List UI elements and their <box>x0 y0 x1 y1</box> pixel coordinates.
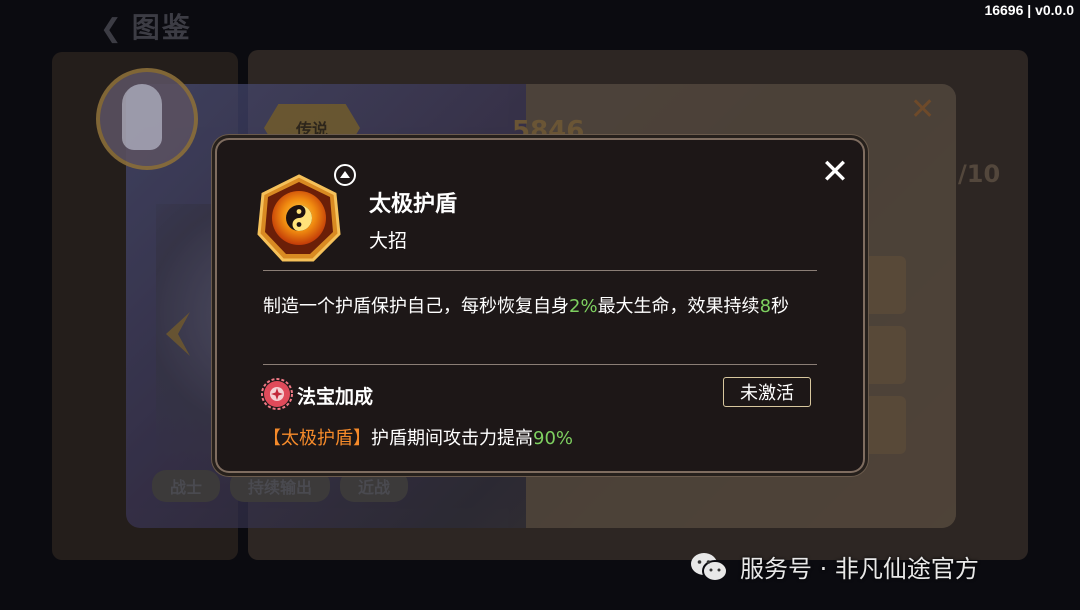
back-title-label: 图鉴 <box>131 11 192 44</box>
hero-figure-art <box>122 84 162 150</box>
hero-tags: 战士 持续输出 近战 <box>152 470 409 502</box>
hero-avatar[interactable] <box>96 68 198 170</box>
close-icon[interactable]: ✕ <box>815 152 855 192</box>
background-close-icon[interactable]: ✕ <box>910 92 935 127</box>
treasure-bonus-text: 【太极护盾】护盾期间攻击力提高90% <box>263 424 573 450</box>
upgrade-indicator-icon[interactable] <box>334 164 356 186</box>
bonus-value: 90% <box>533 428 574 449</box>
wechat-icon <box>691 552 728 582</box>
divider <box>263 270 817 271</box>
treasure-bonus-title: 法宝加成 <box>297 386 374 408</box>
version-label: 16696 | v0.0.0 <box>984 2 1074 18</box>
activation-status-button[interactable]: 未激活 <box>723 377 811 407</box>
hero-tag: 近战 <box>340 470 409 502</box>
divider <box>263 364 817 365</box>
hero-tag: 持续输出 <box>230 470 331 502</box>
skill-type: 大招 <box>369 230 408 252</box>
description-text: 制造一个护盾保护自己，每秒恢复自身 <box>263 296 569 317</box>
level-text: /10 <box>958 160 1001 188</box>
description-value: 8 <box>759 296 772 317</box>
back-arrow-icon[interactable]: ❮ <box>100 14 124 44</box>
hero-tag: 战士 <box>152 470 221 502</box>
description-text: 最大生命，效果持续 <box>597 296 760 317</box>
watermark: 服务号 · 非凡仙途官方 <box>690 549 979 584</box>
watermark-text: 服务号 · 非凡仙途官方 <box>740 555 979 583</box>
description-text: 秒 <box>771 296 790 317</box>
skill-detail-dialog: ✕ 太极护盾 大招 制造一个护盾保护自己，每秒恢复自身2%最大生命，效果持续8秒… <box>217 140 863 471</box>
skill-name: 太极护盾 <box>369 192 458 217</box>
bonus-description: 护盾期间攻击力提高 <box>371 428 533 449</box>
taiji-shield-skill-icon <box>257 174 341 262</box>
description-value: 2% <box>569 296 598 317</box>
back-title[interactable]: ❮ 图鉴 <box>100 6 192 46</box>
bonus-skill-tag: 【太极护盾】 <box>263 428 371 449</box>
treasure-icon <box>261 378 293 410</box>
skill-description: 制造一个护盾保护自己，每秒恢复自身2%最大生命，效果持续8秒 <box>263 294 823 320</box>
